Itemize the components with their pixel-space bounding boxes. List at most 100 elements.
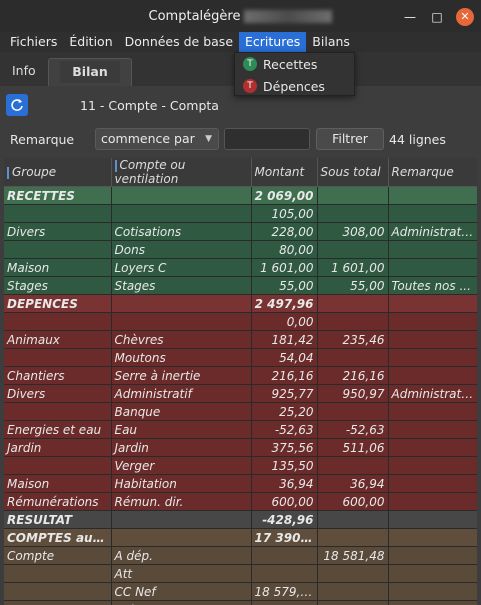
- recettes-badge-icon: T: [243, 57, 257, 71]
- table-row[interactable]: Animaux Chèvres 181,42 235,46: [4, 330, 477, 349]
- table-row[interactable]: Maison Habitation 36,94 36,94: [4, 474, 477, 493]
- col-compte[interactable]: Compte ou ventilation: [111, 158, 252, 187]
- refresh-button[interactable]: [6, 94, 28, 116]
- table-cell: -52,63: [317, 420, 389, 439]
- table-cell: [251, 564, 318, 583]
- table-cell: Administratif: [111, 384, 252, 403]
- table-cell: Banque: [111, 402, 252, 421]
- menu-bilans[interactable]: Bilans: [306, 32, 356, 52]
- table-row[interactable]: RESULTAT -428,96: [4, 510, 477, 529]
- table-cell: RECETTES: [4, 186, 112, 205]
- table-cell: [388, 402, 477, 421]
- table-cell: [317, 294, 389, 313]
- table-cell: [317, 240, 389, 259]
- table-cell: 216,16: [317, 366, 389, 385]
- table-cell: Loyers C: [111, 258, 252, 277]
- table-row[interactable]: Verger 135,50: [4, 456, 477, 475]
- table-cell: [111, 204, 252, 223]
- menu-item-depences[interactable]: T Dépences: [235, 75, 356, 97]
- table-cell: 18 579,33: [251, 582, 318, 601]
- table-cell: 105,00: [251, 204, 318, 223]
- table-cell: 1 601,00: [251, 258, 318, 277]
- table-row[interactable]: COMPTES au 1/1 17 390,12: [4, 528, 477, 547]
- table-row[interactable]: Divers Administratif 925,77 950,97 Administr…: [4, 384, 477, 403]
- col-remarque[interactable]: Remarque: [388, 158, 477, 187]
- table-cell: 2 497,96: [251, 294, 318, 313]
- maximize-button[interactable]: □: [428, 8, 446, 26]
- table-cell: [388, 240, 477, 259]
- filtrer-button[interactable]: Filtrer: [316, 128, 384, 150]
- title-bar: Comptalégère — □ ✕: [0, 0, 481, 32]
- table-row[interactable]: Jardin Jardin 375,56 511,06: [4, 438, 477, 457]
- table-row[interactable]: DEPENCES 2 497,96: [4, 294, 477, 313]
- table-row[interactable]: Dons 80,00: [4, 240, 477, 259]
- table-cell: [317, 312, 389, 331]
- table-row[interactable]: 105,00: [4, 204, 477, 223]
- table-cell: 36,94: [317, 474, 389, 493]
- refresh-icon: [11, 99, 23, 111]
- bilan-table-wrap[interactable]: Groupe Compte ou ventilation Montant Sou…: [4, 158, 477, 605]
- table-cell: [388, 510, 477, 529]
- table-cell: 2 069,00: [251, 186, 318, 205]
- table-body: RECETTES 2 069,00 105,00 Divers Cotisations 2…: [4, 186, 477, 605]
- menu-fichiers[interactable]: Fichiers: [4, 32, 63, 52]
- table-cell: 228,00: [251, 222, 318, 241]
- col-sous-total[interactable]: Sous total: [317, 158, 389, 187]
- table-cell: [4, 204, 112, 223]
- table-row[interactable]: Caisse2,15: [4, 600, 477, 605]
- table-cell: Maison: [4, 474, 112, 493]
- table-row[interactable]: Compte A dép. 18 581,48: [4, 546, 477, 565]
- filter-mode-select[interactable]: commence par ▼: [95, 128, 219, 150]
- table-row[interactable]: Rémunérations Rémun. dir. 600,00 600,00: [4, 492, 477, 511]
- table-cell: [4, 312, 112, 331]
- minimize-button[interactable]: —: [401, 8, 419, 26]
- table-cell: Cotisations: [111, 222, 252, 241]
- table-cell: Stages: [4, 276, 112, 295]
- table-cell: [317, 204, 389, 223]
- table-cell: [317, 510, 389, 529]
- table-row[interactable]: 0,00: [4, 312, 477, 331]
- table-row[interactable]: Energies et eau Eau -52,63 -52,63: [4, 420, 477, 439]
- table-cell: Energies et eau: [4, 420, 112, 439]
- table-row[interactable]: Banque 25,20: [4, 402, 477, 421]
- filter-input[interactable]: [224, 128, 310, 150]
- table-cell: 1 601,00: [317, 258, 389, 277]
- table-cell: 511,06: [317, 438, 389, 457]
- table-cell: 925,77: [251, 384, 318, 403]
- table-row[interactable]: Att: [4, 564, 477, 583]
- table-row[interactable]: Divers Cotisations 228,00 308,00 Administrat…: [4, 222, 477, 241]
- line-count: 44 lignes: [389, 132, 446, 147]
- table-row[interactable]: Maison Loyers C1 601,00 1 601,00: [4, 258, 477, 277]
- col-montant[interactable]: Montant: [251, 158, 318, 187]
- table-cell: CC Nef: [111, 582, 252, 601]
- table-cell: [111, 510, 252, 529]
- col-groupe[interactable]: Groupe: [4, 158, 112, 187]
- table-row[interactable]: Moutons 54,04: [4, 348, 477, 367]
- filter-label: Remarque: [10, 132, 75, 147]
- table-row[interactable]: Stages Stages 55,00 55,00 Toutes nos ...: [4, 276, 477, 295]
- filter-mode-value: commence par: [101, 131, 195, 146]
- menu-ecritures[interactable]: Ecritures: [239, 32, 307, 52]
- table-cell: [317, 600, 389, 605]
- table-row[interactable]: Chantiers Serre à inertie 216,16 216,16: [4, 366, 477, 385]
- table-cell: -52,63: [251, 420, 318, 439]
- menu-edition[interactable]: Édition: [63, 32, 118, 52]
- table-cell: [4, 402, 112, 421]
- menu-item-recettes[interactable]: T Recettes: [235, 53, 356, 75]
- table-cell: [317, 402, 389, 421]
- table-row[interactable]: CC Nef 18 579,33: [4, 582, 477, 601]
- menu-donnees-de-base[interactable]: Données de base: [119, 32, 239, 52]
- table-cell: 600,00: [317, 492, 389, 511]
- table-cell: 55,00: [317, 276, 389, 295]
- table-cell: 80,00: [251, 240, 318, 259]
- tab-info[interactable]: Info: [2, 58, 46, 86]
- table-cell: Stages: [111, 276, 252, 295]
- close-button[interactable]: ✕: [456, 8, 474, 26]
- table-cell: Maison: [4, 258, 112, 277]
- table-cell: Att: [111, 564, 252, 583]
- table-cell: [388, 438, 477, 457]
- table-row[interactable]: RECETTES 2 069,00: [4, 186, 477, 205]
- window-title: Comptalégère: [148, 8, 241, 24]
- table-cell: 600,00: [251, 492, 318, 511]
- tab-bilan[interactable]: Bilan: [48, 58, 132, 86]
